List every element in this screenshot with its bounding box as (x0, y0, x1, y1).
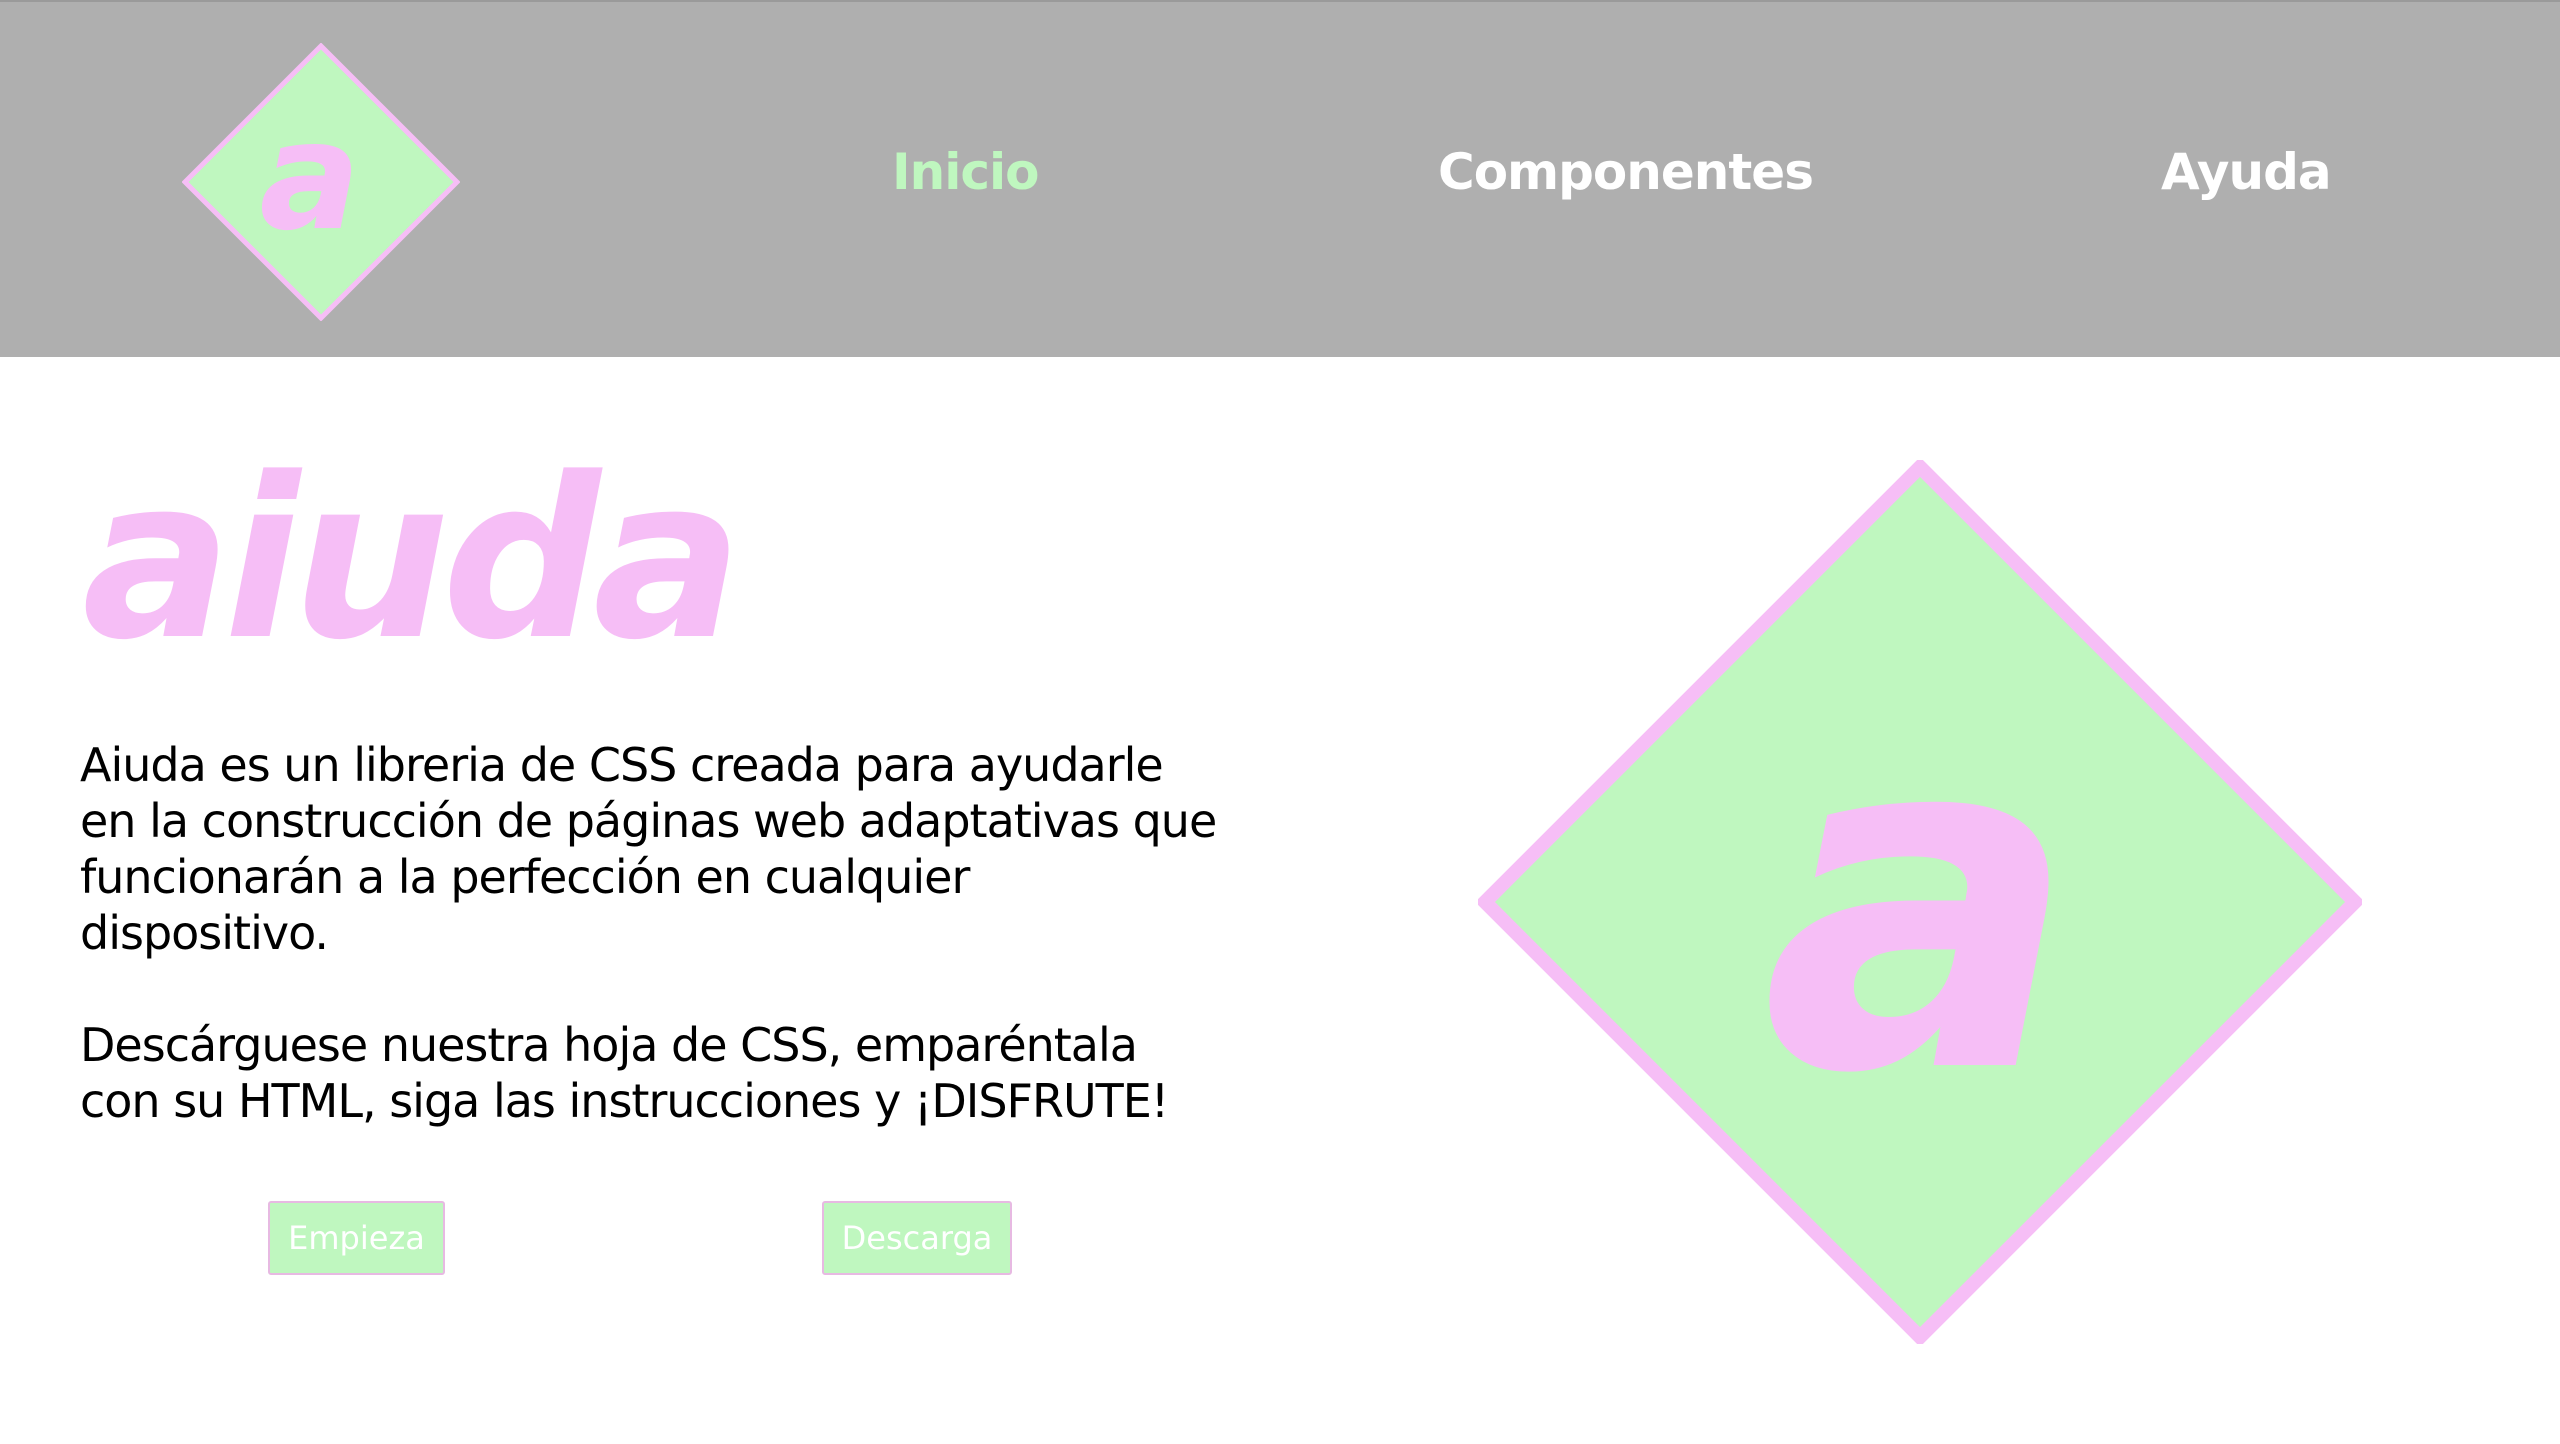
nav-link-componentes[interactable]: Componentes (1438, 137, 1814, 207)
logo-letter: a (259, 90, 360, 264)
download-button[interactable]: Descarga (822, 1201, 1012, 1275)
hero-title: aiuda (82, 431, 743, 689)
page: a Inicio Componentes Ayuda aiuda Aiuda e… (0, 0, 2560, 1444)
hero-call-to-action-text: Descárguese nuestra hoja de CSS, emparén… (80, 1018, 1169, 1128)
site-header: a Inicio Componentes Ayuda (0, 0, 2560, 357)
hero-description: Aiuda es un libreria de CSS creada para … (80, 738, 1217, 960)
hero-logo-diamond-icon: a (1478, 460, 2362, 1344)
start-button[interactable]: Empieza (268, 1201, 445, 1275)
nav-link-ayuda[interactable]: Ayuda (2161, 137, 2332, 207)
hero-logo-letter: a (1761, 629, 2078, 1176)
logo-diamond-icon: a (182, 43, 460, 321)
nav-link-inicio[interactable]: Inicio (892, 137, 1039, 207)
